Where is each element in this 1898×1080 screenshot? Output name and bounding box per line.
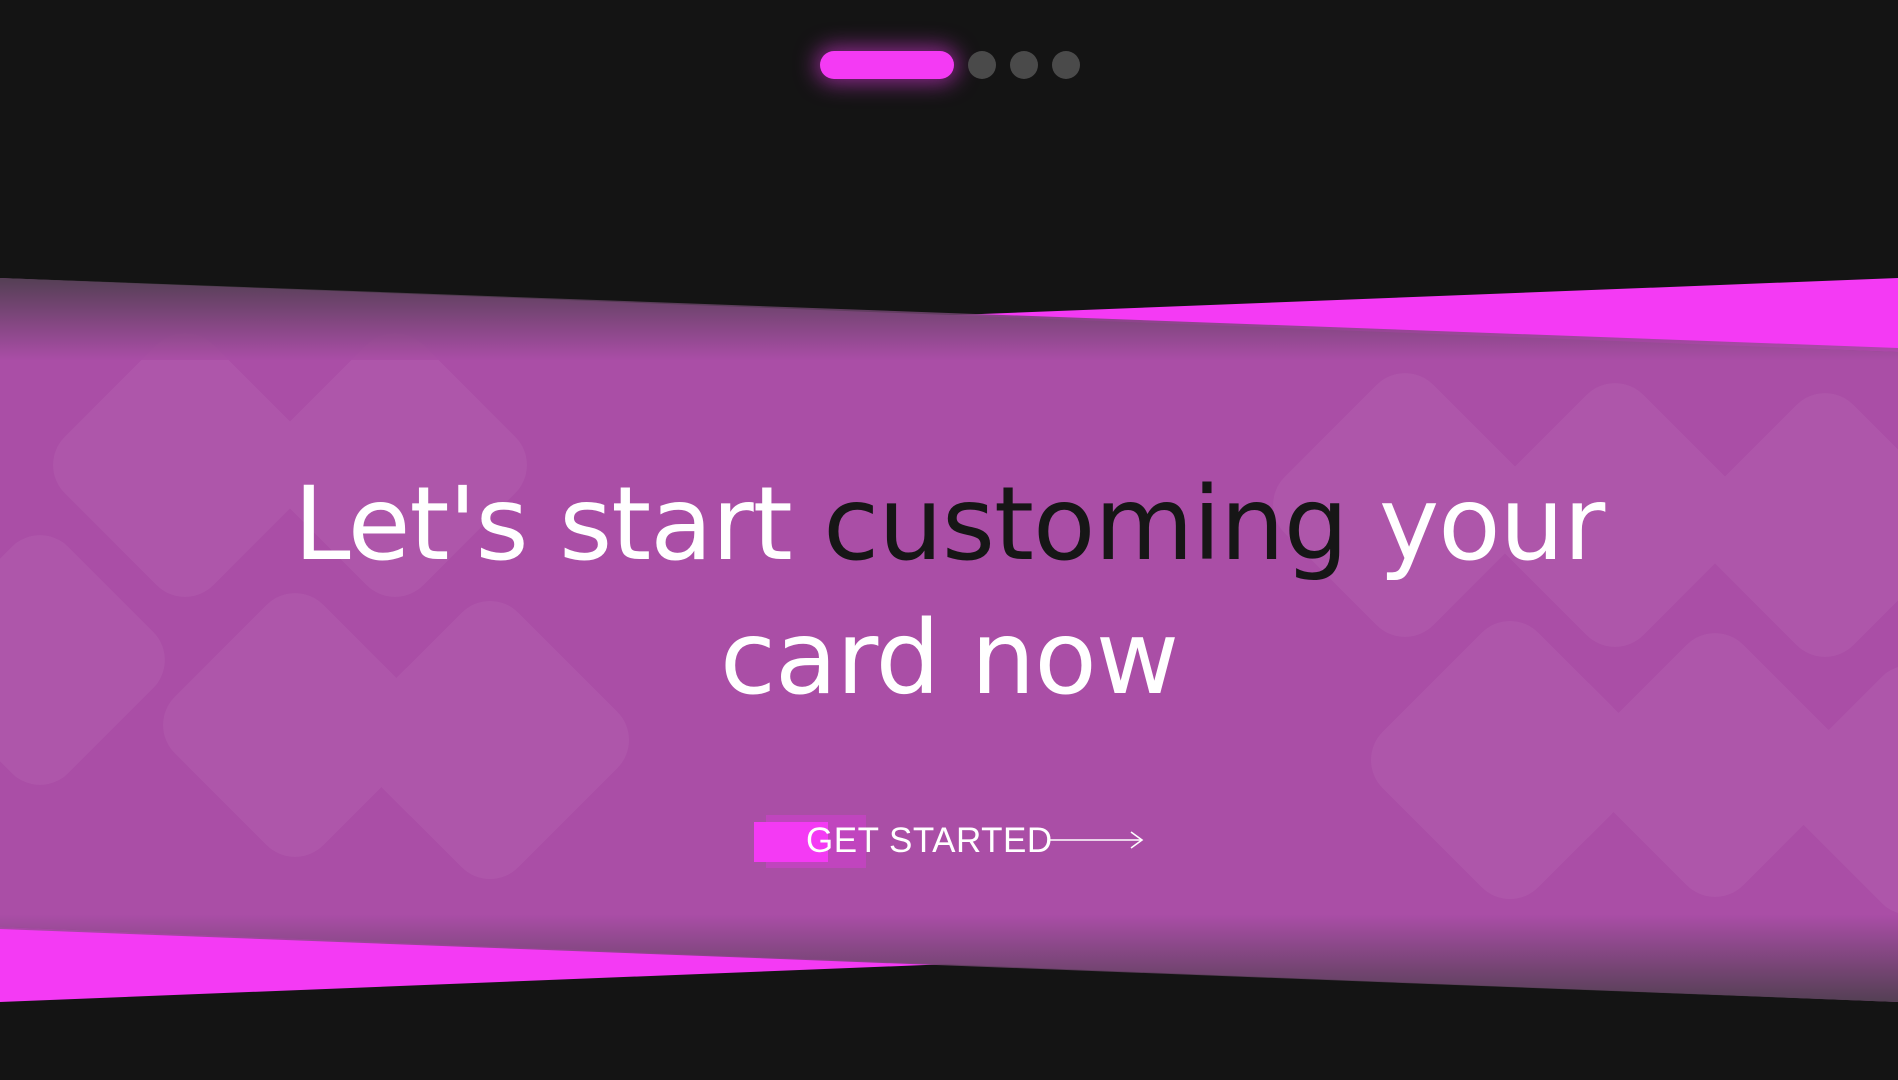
headline-text-1: Let's start: [293, 465, 824, 584]
get-started-label: GET STARTED: [806, 821, 1053, 860]
carousel-pagination: [820, 51, 1080, 79]
hero-headline: Let's start customing your card now: [0, 458, 1898, 726]
pagination-dot-3[interactable]: [1010, 51, 1038, 79]
headline-accent-word: customing: [823, 465, 1348, 584]
get-started-button[interactable]: GET STARTED: [754, 812, 1144, 868]
headline-text-2: your: [1347, 465, 1605, 584]
pagination-dot-4[interactable]: [1052, 51, 1080, 79]
pagination-dot-2[interactable]: [968, 51, 996, 79]
pagination-dot-1-active[interactable]: [820, 51, 954, 79]
hero-slide: Let's start customing your card now GET …: [0, 0, 1898, 1080]
arrow-right-icon: [1050, 831, 1144, 849]
headline-line-2: card now: [719, 599, 1179, 718]
